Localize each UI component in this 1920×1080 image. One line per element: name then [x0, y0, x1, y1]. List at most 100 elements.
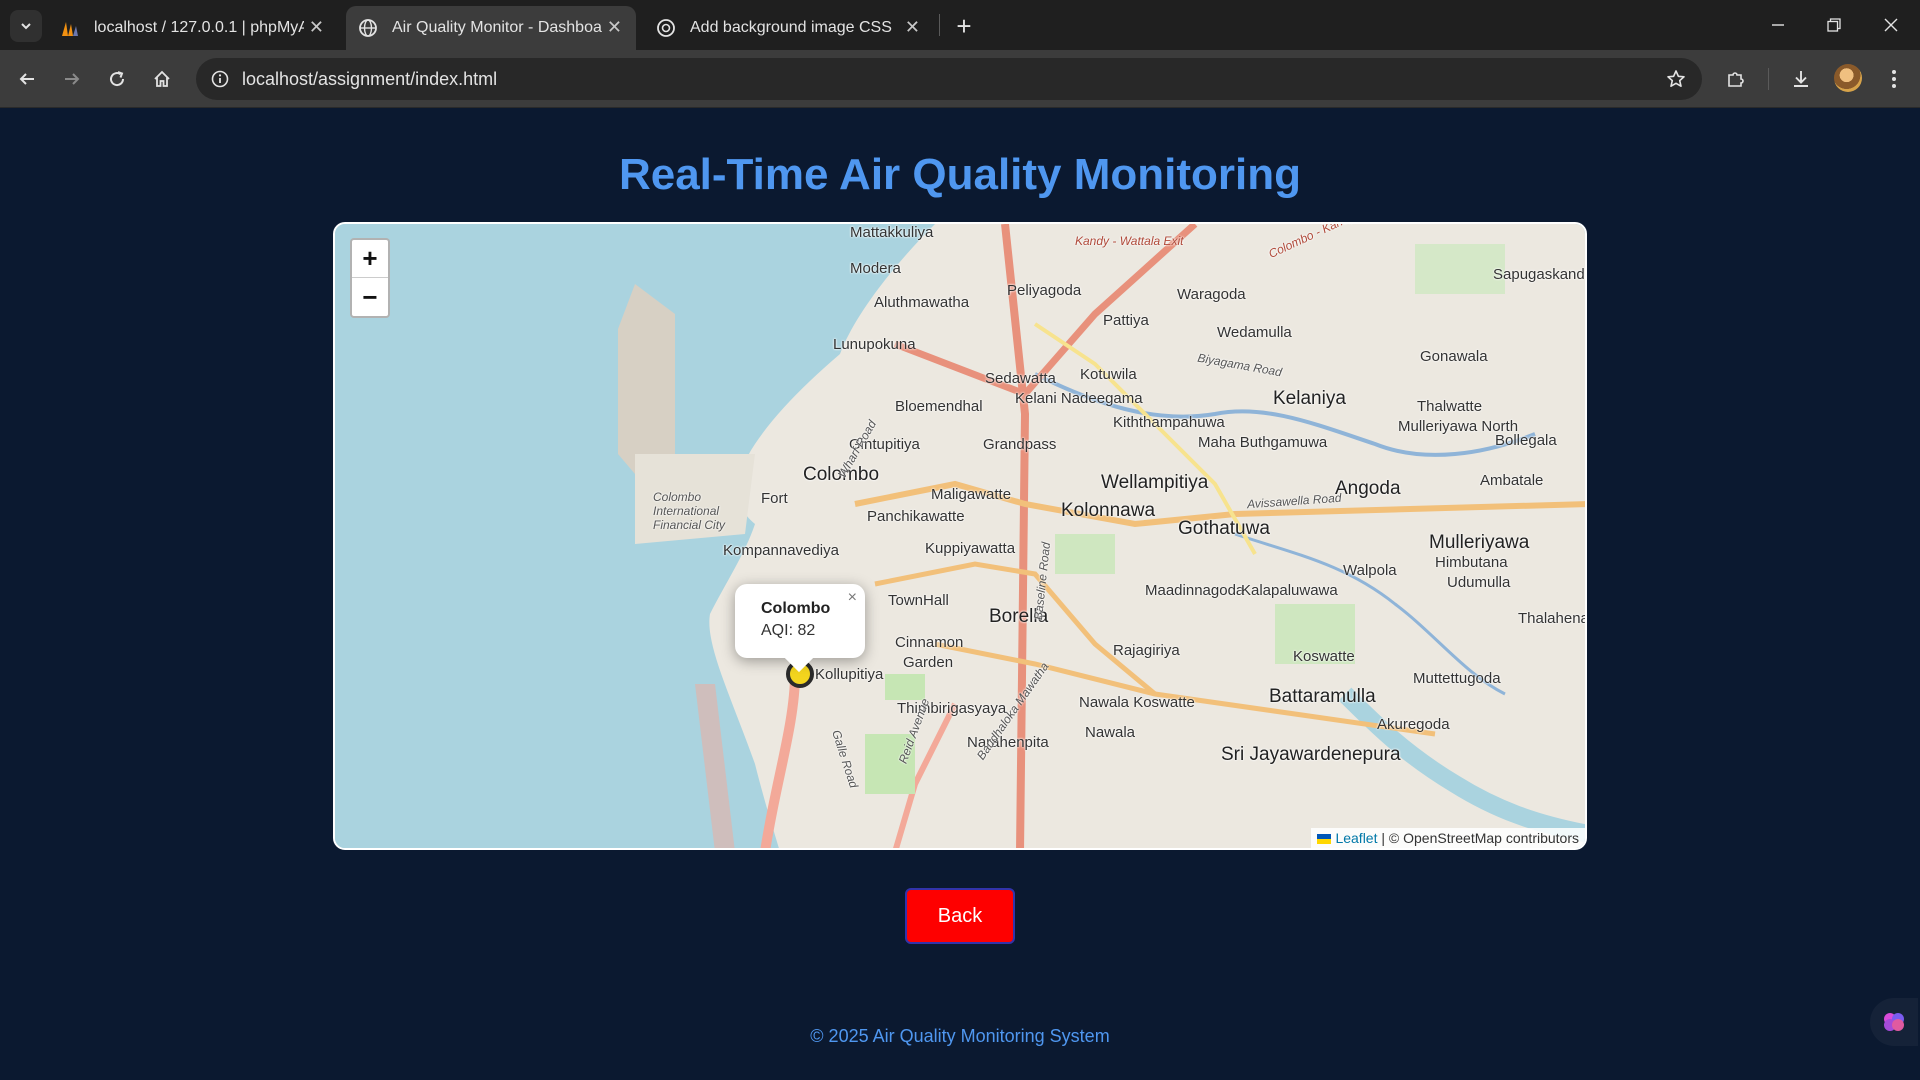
new-tab-button[interactable]: +: [948, 10, 980, 42]
close-tab-icon[interactable]: ✕: [905, 18, 920, 36]
map-place-label: Walpola: [1343, 562, 1397, 579]
ukraine-flag-icon: [1317, 834, 1332, 844]
back-button[interactable]: Back: [905, 888, 1015, 944]
restore-button[interactable]: [1814, 8, 1854, 42]
puzzle-icon: [1728, 72, 1744, 87]
brain-icon: [1884, 1013, 1904, 1031]
map-place-label: Muttettugoda: [1413, 670, 1501, 687]
map-place-label: Nawala: [1085, 724, 1136, 741]
home-button[interactable]: [146, 63, 178, 95]
home-icon: [154, 70, 170, 87]
popup-aqi-value: AQI: 82: [761, 622, 816, 639]
map-place-label: Kiththampahuwa: [1113, 414, 1225, 431]
site-info-button[interactable]: [204, 63, 236, 95]
map-place-label: Thalwatte: [1417, 398, 1483, 415]
map-place-label: Cinnamon: [895, 634, 964, 651]
globe-icon: [359, 19, 377, 37]
map-place-label: TownHall: [888, 592, 949, 609]
downloads-button[interactable]: [1785, 63, 1817, 95]
map-place-label: Fort: [761, 490, 788, 507]
map-place-label: Maligawatte: [931, 486, 1012, 503]
map-place-label: Gonawala: [1420, 348, 1488, 365]
download-icon: [1794, 71, 1808, 87]
map-place-label: Gothatuwa: [1178, 518, 1270, 539]
bookmark-button[interactable]: [1660, 63, 1692, 95]
map-place-label: Kolonnawa: [1061, 500, 1156, 521]
info-icon: [211, 70, 229, 88]
close-tab-icon[interactable]: ✕: [607, 18, 622, 36]
tab-divider: [939, 14, 940, 36]
extensions-button[interactable]: [1720, 63, 1752, 95]
map-place-label: Sri Jayawardenepura: [1221, 744, 1401, 765]
map-place-label: Kollupitiya: [815, 666, 884, 683]
map-place-label: Nawala Koswatte: [1079, 694, 1195, 711]
arrow-left-icon: [19, 73, 34, 85]
map-place-label: Ambatale: [1480, 472, 1544, 489]
close-window-button[interactable]: [1871, 8, 1911, 42]
tab-add-background-css[interactable]: Add background image CSS ✕: [644, 6, 934, 50]
zoom-in-button[interactable]: +: [352, 240, 388, 278]
map-place-label: Garden: [903, 654, 954, 671]
forward-nav-button[interactable]: [56, 63, 88, 95]
map-place-label: Kelaniya: [1273, 388, 1346, 409]
map-place-label: Kalapaluwawa: [1241, 582, 1338, 599]
restore-icon: [1827, 18, 1841, 32]
map-place-label: Peliyagoda: [1007, 282, 1082, 299]
attribution-separator: |: [1377, 830, 1389, 846]
chatgpt-icon: [657, 19, 675, 37]
map-place-label: Maha Buthgamuwa: [1198, 434, 1328, 451]
url-text: localhost/assignment/index.html: [242, 69, 498, 89]
osm-credit[interactable]: © OpenStreetMap contributors: [1389, 830, 1579, 846]
map-zoom-control: + −: [350, 238, 390, 318]
close-icon: [1884, 18, 1898, 32]
tab-phpmyadmin[interactable]: localhost / 127.0.0.1 | phpMyAdmin ✕: [48, 6, 338, 50]
map-place-label: Akuregoda: [1377, 716, 1450, 733]
reload-button[interactable]: [101, 63, 133, 95]
leaflet-link[interactable]: Leaflet: [1335, 830, 1377, 846]
star-icon: [1667, 70, 1685, 87]
profile-avatar[interactable]: [1834, 64, 1862, 92]
map-attribution: Leaflet | © OpenStreetMap contributors: [1311, 828, 1585, 848]
back-nav-button[interactable]: [11, 63, 43, 95]
tab-search-button[interactable]: [10, 10, 42, 42]
extension-floating-button[interactable]: [1870, 998, 1918, 1046]
map-place-label: Lunupokuna: [833, 336, 916, 353]
map-place-label: Bollegala: [1495, 432, 1557, 449]
map-place-label: Bloemendhal: [895, 398, 983, 415]
minimize-button[interactable]: [1758, 8, 1798, 42]
map-place-label: Himbutana: [1435, 554, 1508, 571]
arrow-right-icon: [65, 73, 80, 85]
map-place-label: Kotuwila: [1080, 366, 1137, 383]
zoom-out-button[interactable]: −: [352, 278, 388, 316]
kebab-menu-icon: [1892, 70, 1896, 88]
map-road-label: Kandy - Wattala Exit: [1075, 234, 1184, 248]
browser-toolbar: localhost/assignment/index.html: [0, 50, 1920, 108]
map-place-label: Sedawatta: [985, 370, 1056, 387]
browser-menu-button[interactable]: [1878, 63, 1910, 95]
map-place-label: Modera: [850, 260, 901, 277]
reload-icon: [110, 71, 125, 87]
browser-tab-bar: localhost / 127.0.0.1 | phpMyAdmin ✕ Air…: [0, 0, 1920, 50]
phpmyadmin-icon: [62, 22, 78, 36]
address-bar[interactable]: localhost/assignment/index.html: [196, 58, 1702, 100]
close-tab-icon[interactable]: ✕: [309, 18, 324, 36]
map-place-label: Koswatte: [1293, 648, 1355, 665]
popup-close-button[interactable]: ×: [848, 589, 857, 607]
minimize-icon: [1772, 24, 1784, 26]
map-place-label: Colombo International Financial City: [653, 490, 726, 532]
map-place-label: Grandpass: [983, 436, 1057, 453]
map-place-label: Waragoda: [1177, 286, 1246, 303]
tab-title: Air Quality Monitor - Dashboard: [392, 19, 602, 36]
tab-air-quality-dashboard[interactable]: Air Quality Monitor - Dashboard ✕: [346, 6, 636, 50]
map-place-label: Mattakkuliya: [850, 224, 934, 241]
marker-popup: Colombo AQI: 82 ×: [735, 584, 865, 658]
map-place-label: Pattiya: [1103, 312, 1149, 329]
map-container[interactable]: Mattakkuliya Modera Peliyagoda Waragoda …: [333, 222, 1587, 850]
page-body: Real-Time Air Quality Monitoring Mattakk…: [0, 108, 1920, 1080]
map-place-label: Wellampitiya: [1101, 472, 1209, 493]
map-place-label: Panchikawatte: [867, 508, 965, 525]
map-place-label: Aluthmawatha: [874, 294, 970, 311]
map-place-label: Kelani Nadeegama: [1015, 390, 1143, 407]
map-place-label: Sapugaskanda: [1493, 266, 1587, 283]
map-place-label: Thalahena: [1518, 610, 1587, 627]
